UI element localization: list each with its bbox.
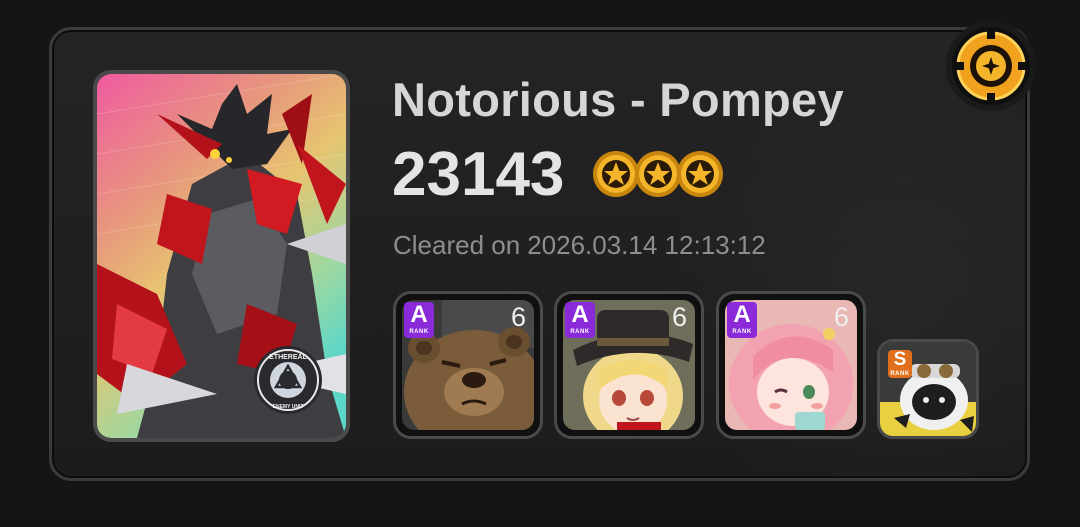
gold-emblem-icon [946,21,1036,111]
squad-agent-2[interactable]: A RANK 6 [554,291,704,439]
rank-s-badge: S RANK [888,350,912,378]
cleared-datetime: 2026.03.14 12:13:12 [527,230,766,260]
score-value: 23143 [392,140,565,209]
svg-text:ENEMY UNIT: ENEMY UNIT [273,404,304,410]
rank-a-badge: A RANK [727,302,757,338]
cleared-timestamp: Cleared on 2026.03.14 12:13:12 [393,230,766,261]
gold-star-medal-icon [677,151,723,197]
rank-a-badge: A RANK [404,302,434,338]
rank-a-badge: A RANK [565,302,595,338]
cleared-label: Cleared on [393,230,521,260]
squad-bangboo[interactable]: S RANK [877,339,979,439]
agent-level: 6 [671,302,687,332]
agent-level: 6 [510,302,526,332]
svg-text:ETHEREAL: ETHEREAL [269,354,307,361]
enemy-card[interactable]: ETHEREAL ENEMY UNIT [93,70,350,442]
enemy-portrait: ETHEREAL ENEMY UNIT [97,74,346,438]
enemy-title: Notorious - Pompey [392,73,844,126]
squad-agent-3[interactable]: A RANK 6 [716,291,866,439]
medal-rating [591,149,725,201]
ethereal-badge-icon: ETHEREAL ENEMY UNIT [254,346,322,414]
agent-level: 6 [833,302,849,332]
squad-agent-1[interactable]: A RANK 6 [393,291,543,439]
